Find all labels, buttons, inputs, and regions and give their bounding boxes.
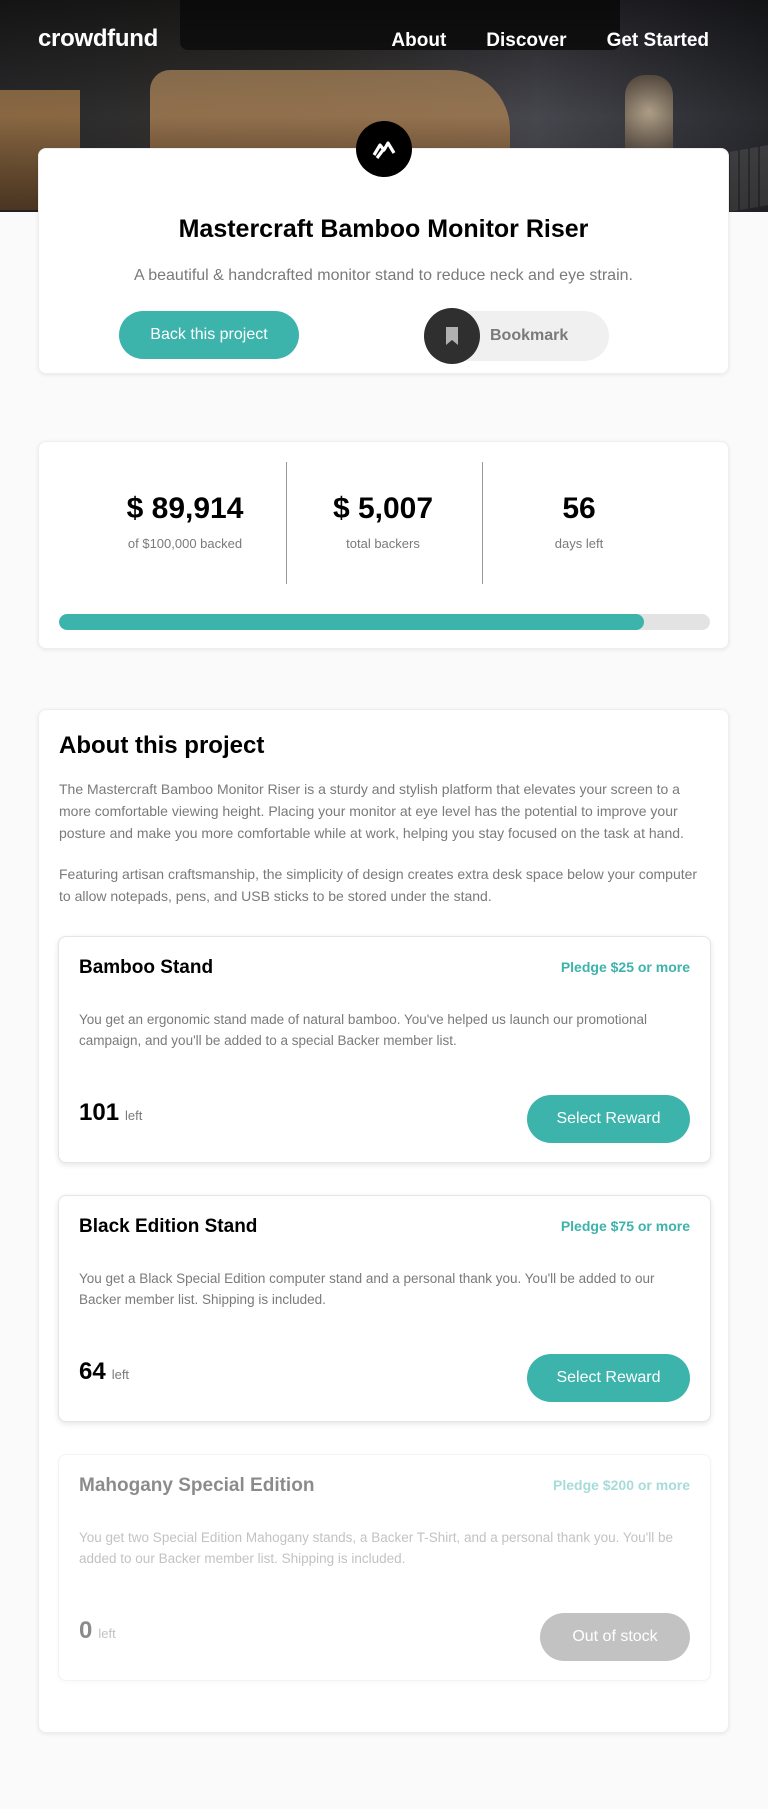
- reward-count: 64: [79, 1358, 106, 1385]
- stat-days: 56 days left: [481, 492, 677, 551]
- reward-stock: 64 left: [79, 1358, 129, 1386]
- stat-backed: $ 89,914 of $100,000 backed: [87, 492, 283, 551]
- reward-count: 101: [79, 1099, 120, 1126]
- reward-name: Bamboo Stand: [79, 957, 214, 978]
- select-reward-button[interactable]: Select Reward: [527, 1354, 690, 1402]
- about-paragraph: Featuring artisan craftsmanship, the sim…: [59, 866, 698, 904]
- stat-backers-value: $ 5,007: [332, 492, 434, 525]
- stat-days-label: days left: [554, 536, 604, 551]
- project-subtitle: A beautiful & handcrafted monitor stand …: [134, 267, 633, 284]
- stat-days-value: 56: [562, 492, 596, 525]
- about-title: About this project: [59, 732, 265, 759]
- nav-get-started[interactable]: Get Started: [607, 30, 709, 52]
- reward-name: Black Edition Stand: [79, 1216, 258, 1237]
- reward-stock: 101 left: [79, 1099, 142, 1127]
- back-project-button[interactable]: Back this project: [119, 311, 299, 359]
- reward-stock: 0 left: [79, 1617, 116, 1645]
- nav-about[interactable]: About: [391, 30, 446, 52]
- stat-backers-label: total backers: [346, 536, 420, 551]
- reward-left-label: left: [111, 1367, 130, 1382]
- reward-name: Mahogany Special Edition: [79, 1475, 315, 1496]
- logo[interactable]: crowdfund: [38, 25, 158, 53]
- bookmark-label: Bookmark: [490, 327, 569, 344]
- reward-count: 0: [79, 1617, 93, 1644]
- nav-discover[interactable]: Discover: [486, 30, 566, 52]
- reward-left-label: left: [98, 1626, 116, 1641]
- reward-description: You get a Black Special Edition computer…: [79, 1271, 655, 1307]
- mastercraft-logo-icon: [356, 121, 412, 177]
- reward-black-edition-stand: Black Edition Stand Pledge $75 or more Y…: [58, 1195, 711, 1422]
- reward-bamboo-stand: Bamboo Stand Pledge $25 or more You get …: [58, 936, 711, 1163]
- funding-progress-bar: [59, 614, 710, 630]
- stat-backers: $ 5,007 total backers: [285, 492, 481, 551]
- main-nav: About Discover Get Started: [391, 30, 709, 52]
- reward-pledge: Pledge $25 or more: [560, 959, 690, 975]
- bookmark-button[interactable]: Bookmark: [424, 308, 609, 364]
- reward-description: You get an ergonomic stand made of natur…: [79, 1012, 647, 1048]
- reward-pledge: Pledge $75 or more: [560, 1218, 690, 1234]
- project-title-card: Mastercraft Bamboo Monitor Riser A beaut…: [38, 121, 729, 374]
- bookmark-icon: [424, 308, 480, 364]
- select-reward-button[interactable]: Select Reward: [527, 1095, 690, 1143]
- about-paragraph: The Mastercraft Bamboo Monitor Riser is …: [59, 781, 684, 841]
- project-title: Mastercraft Bamboo Monitor Riser: [178, 215, 589, 243]
- stat-backed-label: of $100,000 backed: [127, 536, 243, 551]
- funding-progress-fill: [59, 614, 645, 630]
- reward-pledge: Pledge $200 or more: [553, 1477, 690, 1493]
- stats-card: $ 89,914 of $100,000 backed $ 5,007 tota…: [38, 441, 729, 649]
- out-of-stock-button: Out of stock: [540, 1613, 690, 1661]
- reward-left-label: left: [125, 1108, 143, 1123]
- about-card: About this project The Mastercraft Bambo…: [38, 709, 729, 1733]
- reward-description: You get two Special Edition Mahogany sta…: [79, 1530, 673, 1566]
- reward-mahogany-special-edition: Mahogany Special Edition Pledge $200 or …: [58, 1454, 711, 1681]
- stat-backed-value: $ 89,914: [126, 492, 244, 525]
